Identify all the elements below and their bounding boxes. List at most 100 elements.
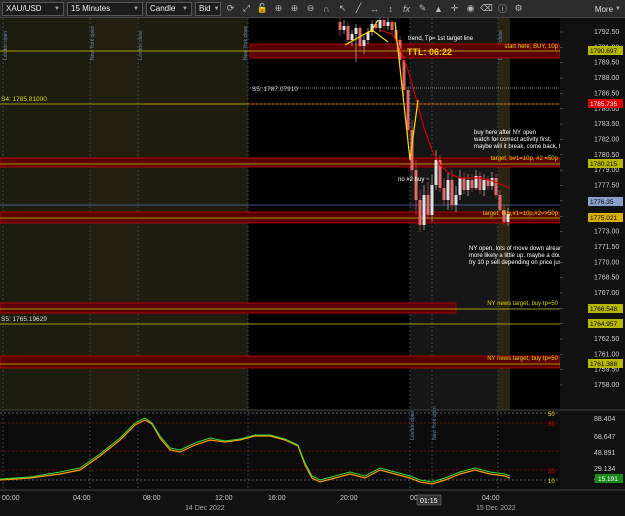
annotation-ny-target2: NY news target, buy tp=50 xyxy=(487,356,558,362)
candle-body xyxy=(362,40,366,46)
price-tag: 1790.697 xyxy=(590,48,617,55)
cursor-time: 01:15 xyxy=(420,498,438,505)
annotation-no-buy: no #2 buy ~ xyxy=(398,177,430,183)
more-button[interactable]: More ▼ xyxy=(595,2,621,16)
chart-type-select[interactable]: Candle ▼ xyxy=(146,1,192,16)
indicator-axis-label: 29.134 xyxy=(594,466,616,473)
timeframe-value: 15 Minutes xyxy=(71,4,111,13)
candle-body xyxy=(406,90,410,130)
candle-body xyxy=(450,180,454,205)
price-axis-label: 1779.00 xyxy=(594,167,619,174)
time-axis[interactable] xyxy=(0,490,625,516)
price-axis-label: 1767.00 xyxy=(594,290,619,297)
zoom-out-icon[interactable]: ⊖ xyxy=(304,2,317,15)
candle-body xyxy=(338,22,342,30)
chevron-down-icon: ▼ xyxy=(182,5,188,12)
price-axis-label: 1761.00 xyxy=(594,351,619,358)
expand-icon[interactable]: ⤢ xyxy=(240,2,253,15)
timeframe-select[interactable]: 15 Minutes ▼ xyxy=(67,1,143,16)
annotation-start-here: start here, BUY, 10p xyxy=(504,44,558,50)
candle-body xyxy=(386,22,390,26)
session-label: New York open xyxy=(90,26,96,60)
candle-body xyxy=(498,195,502,210)
chevron-down-icon: ▼ xyxy=(133,5,139,12)
candle-body xyxy=(454,195,458,205)
time-axis-label: 16:00 xyxy=(268,495,286,502)
candle-body xyxy=(466,180,470,190)
time-axis-label: 20:00 xyxy=(340,495,358,502)
fx-icon[interactable]: fx xyxy=(400,2,413,15)
candle-body xyxy=(430,185,434,215)
time-axis-label: 08:00 xyxy=(143,495,161,502)
candle-body xyxy=(494,178,498,195)
trend-line-icon[interactable]: ╱ xyxy=(352,2,365,15)
chart-area[interactable]: London open New York open London close N… xyxy=(0,18,625,516)
price-axis-label: 1773.00 xyxy=(594,229,619,236)
lock-icon[interactable]: 🔓 xyxy=(256,2,269,15)
indicator-tag-value: 15.191 xyxy=(598,476,618,483)
candle-body xyxy=(342,26,346,30)
price-axis-label: 1777.50 xyxy=(594,183,619,190)
refresh-icon[interactable]: ⟳ xyxy=(224,2,237,15)
price-axis-label: 1782.00 xyxy=(594,136,619,143)
price-axis-label: 1768.50 xyxy=(594,275,619,282)
zoom-in-icon[interactable]: ⊕ xyxy=(288,2,301,15)
price-tag: 1785.735 xyxy=(590,101,617,108)
indicator-level-label: 50 xyxy=(548,412,555,418)
time-axis-label: 00:00 xyxy=(2,495,20,502)
delete-icon[interactable]: ⌫ xyxy=(480,2,493,15)
candle-body xyxy=(446,180,450,200)
candle-body xyxy=(458,178,462,195)
draw-icon[interactable]: ✎ xyxy=(416,2,429,15)
candle-body xyxy=(390,22,394,30)
settings-icon[interactable]: ⚙ xyxy=(512,2,525,15)
time-axis-label: 12:00 xyxy=(215,495,233,502)
price-axis-label: 1771.50 xyxy=(594,244,619,251)
zoom-icon[interactable]: ⊕ xyxy=(272,2,285,15)
price-axis-label: 1770.00 xyxy=(594,259,619,266)
vertical-line-icon[interactable]: ↕ xyxy=(384,2,397,15)
candle-body xyxy=(418,200,422,225)
price-side-select[interactable]: Bid ▼ xyxy=(195,1,221,16)
indicator-level-label: 20 xyxy=(548,469,555,475)
eye-icon[interactable]: ◉ xyxy=(464,2,477,15)
shapes-icon[interactable]: ▲ xyxy=(432,2,445,15)
chart-type-value: Candle xyxy=(150,4,176,13)
session-label: London close xyxy=(138,30,144,60)
annotation-watch: watch for correct activity first, xyxy=(473,137,552,143)
annotation-ny-target1: NY news target, buy tp=50 xyxy=(487,301,558,307)
price-tag: 1780.215 xyxy=(590,161,617,168)
chevron-down-icon: ▼ xyxy=(213,5,220,12)
annotation-target1: target, b#1=10p, #2 =50p xyxy=(491,156,559,162)
date-label: 15 Dec 2022 xyxy=(476,505,516,512)
indicator-bg xyxy=(0,410,560,490)
price-tag: 1761.388 xyxy=(590,361,617,368)
magnet-icon[interactable]: ∩ xyxy=(320,2,333,15)
price-axis-label: 1783.50 xyxy=(594,121,619,128)
time-axis-label: 04:00 xyxy=(73,495,91,502)
info-icon[interactable]: ⓘ xyxy=(496,2,509,15)
candle-body xyxy=(378,20,382,28)
crosshair-icon[interactable]: ✛ xyxy=(448,2,461,15)
annotation-buy-here: buy here after NY open xyxy=(474,130,536,136)
price-side-value: Bid xyxy=(199,4,211,13)
more-label: More xyxy=(594,4,614,14)
candle-body xyxy=(482,180,486,190)
chevron-down-icon: ▼ xyxy=(615,6,621,12)
candle-body xyxy=(346,26,350,40)
cursor-icon[interactable]: ↖ xyxy=(336,2,349,15)
price-axis-label: 1762.50 xyxy=(594,336,619,343)
indicator-level-label: 30 xyxy=(548,422,555,428)
chart-toolbar: XAU/USD ▼ 15 Minutes ▼ Candle ▼ Bid ▼ ⟳ ⤢ 🔓 … xyxy=(0,0,625,18)
chart-canvas[interactable]: London open New York open London close N… xyxy=(0,18,625,516)
price-tag: 1764.957 xyxy=(590,321,617,328)
annotation-trend: trend, Tp= 1st target line xyxy=(408,36,474,42)
symbol-select[interactable]: XAU/USD ▼ xyxy=(2,1,64,16)
indicator-axis-label: 88.404 xyxy=(594,416,616,423)
candle-body xyxy=(350,34,354,40)
symbol-value: XAU/USD xyxy=(6,4,42,13)
candle-body xyxy=(402,60,406,90)
candle-body xyxy=(470,180,474,188)
candle-body xyxy=(490,178,494,186)
horizontal-line-icon[interactable]: ↔ xyxy=(368,2,381,15)
